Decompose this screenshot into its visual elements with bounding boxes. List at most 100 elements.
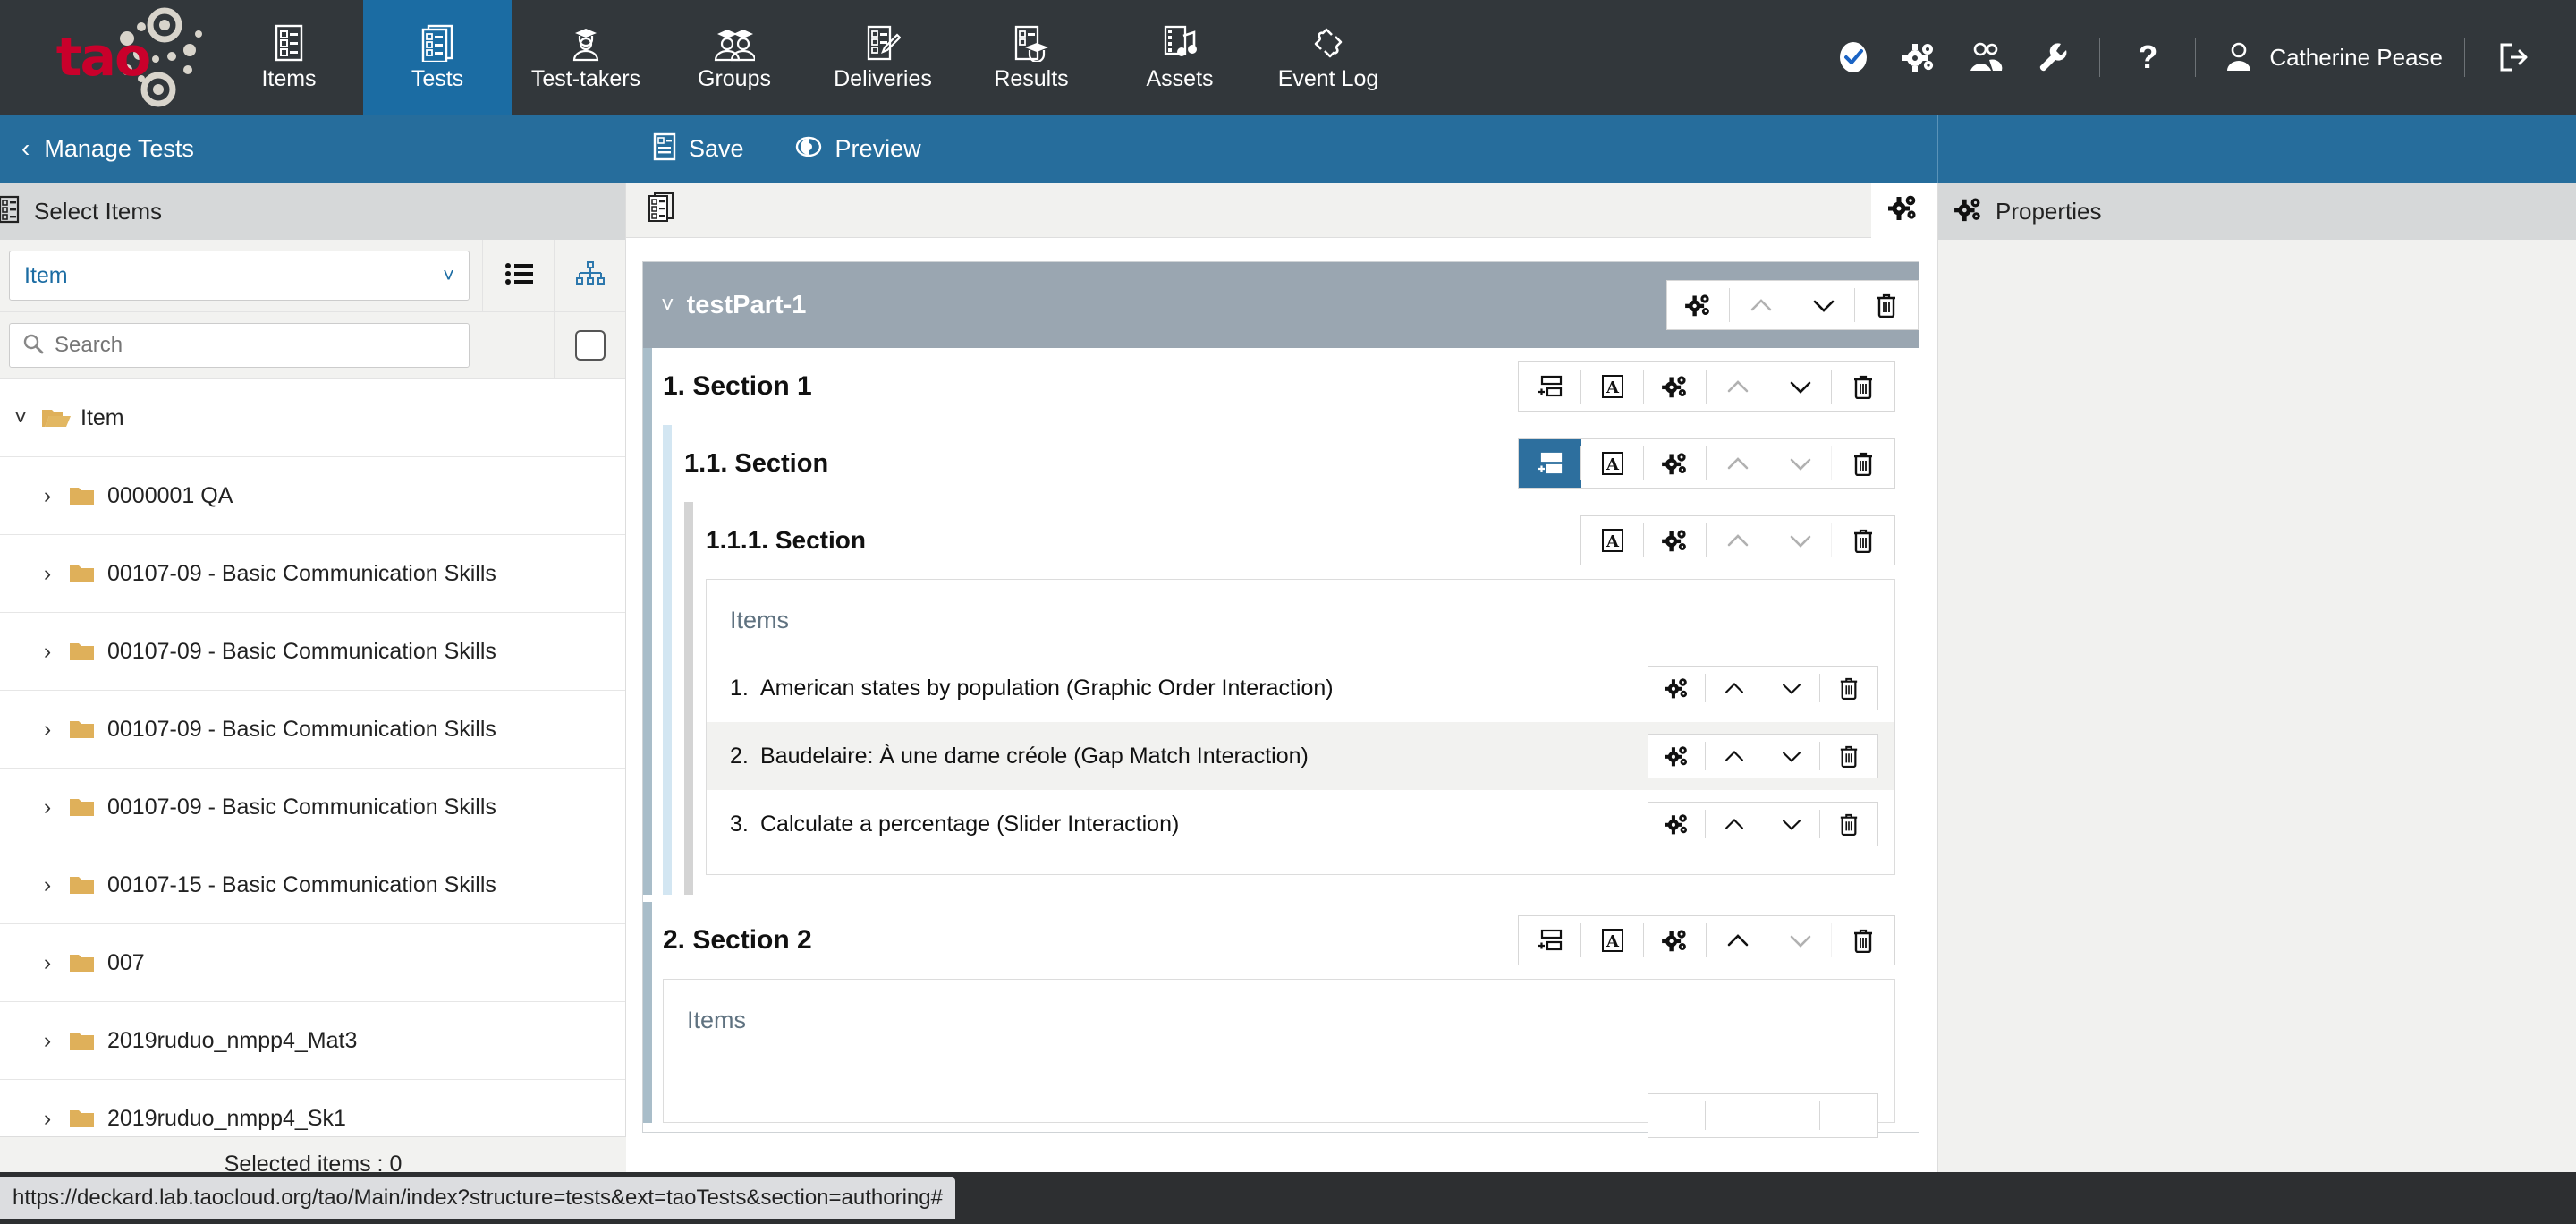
test-part-move-down-button[interactable] (1792, 281, 1855, 329)
section-1-properties-button[interactable] (1644, 362, 1707, 411)
item-3-properties-button[interactable] (1648, 803, 1706, 846)
test-part-properties-button[interactable] (1667, 281, 1730, 329)
chevron-right-icon[interactable]: › (27, 1028, 68, 1054)
chevron-right-icon[interactable]: › (27, 872, 68, 898)
logout-icon[interactable] (2479, 40, 2546, 74)
section-1-1-add-subsection-button[interactable] (1519, 439, 1581, 488)
tree-node-item-root[interactable]: ˅ Item (0, 379, 625, 457)
nav-item-event-log[interactable]: Event Log (1254, 0, 1402, 115)
nav-item-groups[interactable]: Groups (660, 0, 809, 115)
users-icon[interactable] (1953, 40, 2019, 74)
select-all-cell[interactable] (554, 312, 625, 378)
section-2-add-subsection-button[interactable] (1519, 916, 1581, 965)
section-1-1-1-rubric-block-button[interactable]: A (1581, 516, 1644, 565)
test-part-delete-button[interactable] (1855, 281, 1918, 329)
item-1-delete-button[interactable] (1820, 667, 1877, 710)
tree-view-button[interactable] (554, 240, 625, 311)
section-2-properties-button[interactable] (1644, 916, 1707, 965)
section-1-1-rubric-block-button[interactable]: A (1581, 439, 1644, 488)
search-box[interactable] (9, 323, 470, 368)
chevron-right-icon[interactable]: › (27, 717, 68, 743)
chevron-right-icon[interactable]: › (27, 795, 68, 820)
tree-node-folder-2[interactable]: › 00107-09 - Basic Communication Skills (0, 535, 625, 613)
chevron-down-icon[interactable]: ˅ (0, 405, 41, 431)
tree-node-mat3[interactable]: › 2019ruduo_nmpp4_Mat3 (0, 1002, 625, 1080)
section-1-delete-button[interactable] (1832, 362, 1894, 411)
class-select[interactable]: Item ˅ (9, 251, 470, 301)
wrench-icon[interactable] (2019, 40, 2085, 74)
item-1-properties-button[interactable] (1648, 667, 1706, 710)
item-row-1[interactable]: 1. American states by population (Graphi… (707, 654, 1894, 722)
preview-button[interactable]: Preview (794, 134, 921, 164)
section-1-1-1-properties-button[interactable] (1644, 516, 1707, 565)
back-to-manage-tests[interactable]: ‹ Manage Tests (0, 115, 626, 183)
svg-text:A: A (1606, 932, 1620, 951)
search-input[interactable] (55, 333, 456, 358)
nav-item-test-takers[interactable]: Test-takers (512, 0, 660, 115)
section-2-delete-button[interactable] (1832, 916, 1894, 965)
item-1-move-up-button[interactable] (1706, 667, 1763, 710)
sidebar-class-row: Item ˅ (0, 240, 625, 312)
check-circle-icon[interactable] (1820, 39, 1886, 75)
tree-node-folder-4[interactable]: › 00107-09 - Basic Communication Skills (0, 691, 625, 769)
section-2-move-down-button[interactable] (1769, 916, 1832, 965)
item-3-move-up-button[interactable] (1706, 803, 1763, 846)
section-1-1-move-down-button[interactable] (1769, 439, 1832, 488)
tree-node-folder-5[interactable]: › 00107-09 - Basic Communication Skills (0, 769, 625, 846)
nav-item-results[interactable]: Results (957, 0, 1106, 115)
test-properties-button[interactable] (1871, 182, 1936, 238)
item-3-delete-button[interactable] (1820, 803, 1877, 846)
section-1-1-move-up-button[interactable] (1707, 439, 1769, 488)
section-1-1-1-move-down-button[interactable] (1769, 516, 1832, 565)
section-1-move-up-button[interactable] (1707, 362, 1769, 411)
section-2-item-move-down-button[interactable] (1763, 1094, 1820, 1137)
section-1-1-1-delete-button[interactable] (1832, 516, 1894, 565)
nav-item-items[interactable]: Items (215, 0, 363, 115)
section-2-item-properties-button[interactable] (1648, 1094, 1706, 1137)
section-1-move-down-button[interactable] (1769, 362, 1832, 411)
list-view-button[interactable] (482, 240, 554, 311)
help-icon[interactable]: ? (2114, 41, 2181, 73)
item-row-3[interactable]: 3. Calculate a percentage (Slider Intera… (707, 790, 1894, 858)
chevron-right-icon[interactable]: › (27, 561, 68, 587)
nav-item-deliveries[interactable]: Deliveries (809, 0, 957, 115)
item-2-properties-button[interactable] (1648, 735, 1706, 778)
section-2-move-up-button[interactable] (1707, 916, 1769, 965)
item-row-2[interactable]: 2. Baudelaire: À une dame créole (Gap Ma… (707, 722, 1894, 790)
tree-node-007[interactable]: › 007 (0, 924, 625, 1002)
select-all-checkbox[interactable] (574, 330, 606, 361)
item-2-move-down-button[interactable] (1763, 735, 1820, 778)
section-1-1-delete-button[interactable] (1832, 439, 1894, 488)
section-2-item-row-partial[interactable] (664, 1054, 1894, 1138)
nav-item-tests[interactable]: Tests (363, 0, 512, 115)
item-1-move-down-button[interactable] (1763, 667, 1820, 710)
canvas-scroll-area[interactable]: ˅ testPart-1 1. Section 1 A 1.1. Section… (626, 238, 1936, 1224)
tao-logo[interactable]: tao (0, 0, 215, 115)
section-1-add-subsection-button[interactable] (1519, 362, 1581, 411)
section-1-1-properties-button[interactable] (1644, 439, 1707, 488)
test-part-move-up-button[interactable] (1730, 281, 1792, 329)
section-1-rubric-block-button[interactable]: A (1581, 362, 1644, 411)
test-part-header[interactable]: ˅ testPart-1 (643, 262, 1919, 348)
folder-icon (68, 873, 107, 897)
user-menu[interactable]: Catherine Pease (2210, 40, 2450, 74)
save-button[interactable]: Save (653, 132, 744, 166)
chevron-down-icon[interactable]: ˅ (661, 293, 674, 319)
section-1-1-1-move-up-button[interactable] (1707, 516, 1769, 565)
section-2-item-delete-button[interactable] (1820, 1094, 1877, 1137)
item-3-move-down-button[interactable] (1763, 803, 1820, 846)
chevron-right-icon[interactable]: › (27, 950, 68, 976)
section-2-rubric-block-button[interactable]: A (1581, 916, 1644, 965)
tree-node-0000001-qa[interactable]: › 0000001 QA (0, 457, 625, 535)
nav-item-assets[interactable]: Assets (1106, 0, 1254, 115)
test-authoring-canvas: ˅ testPart-1 1. Section 1 A 1.1. Section… (626, 182, 1936, 1224)
section-2-item-move-up-button[interactable] (1706, 1094, 1763, 1137)
chevron-right-icon[interactable]: › (27, 483, 68, 509)
tree-node-folder-6[interactable]: › 00107-15 - Basic Communication Skills (0, 846, 625, 924)
gears-icon[interactable] (1886, 40, 1953, 74)
tree-node-folder-3[interactable]: › 00107-09 - Basic Communication Skills (0, 613, 625, 691)
item-2-delete-button[interactable] (1820, 735, 1877, 778)
chevron-right-icon[interactable]: › (27, 639, 68, 665)
chevron-right-icon[interactable]: › (27, 1106, 68, 1132)
item-2-move-up-button[interactable] (1706, 735, 1763, 778)
